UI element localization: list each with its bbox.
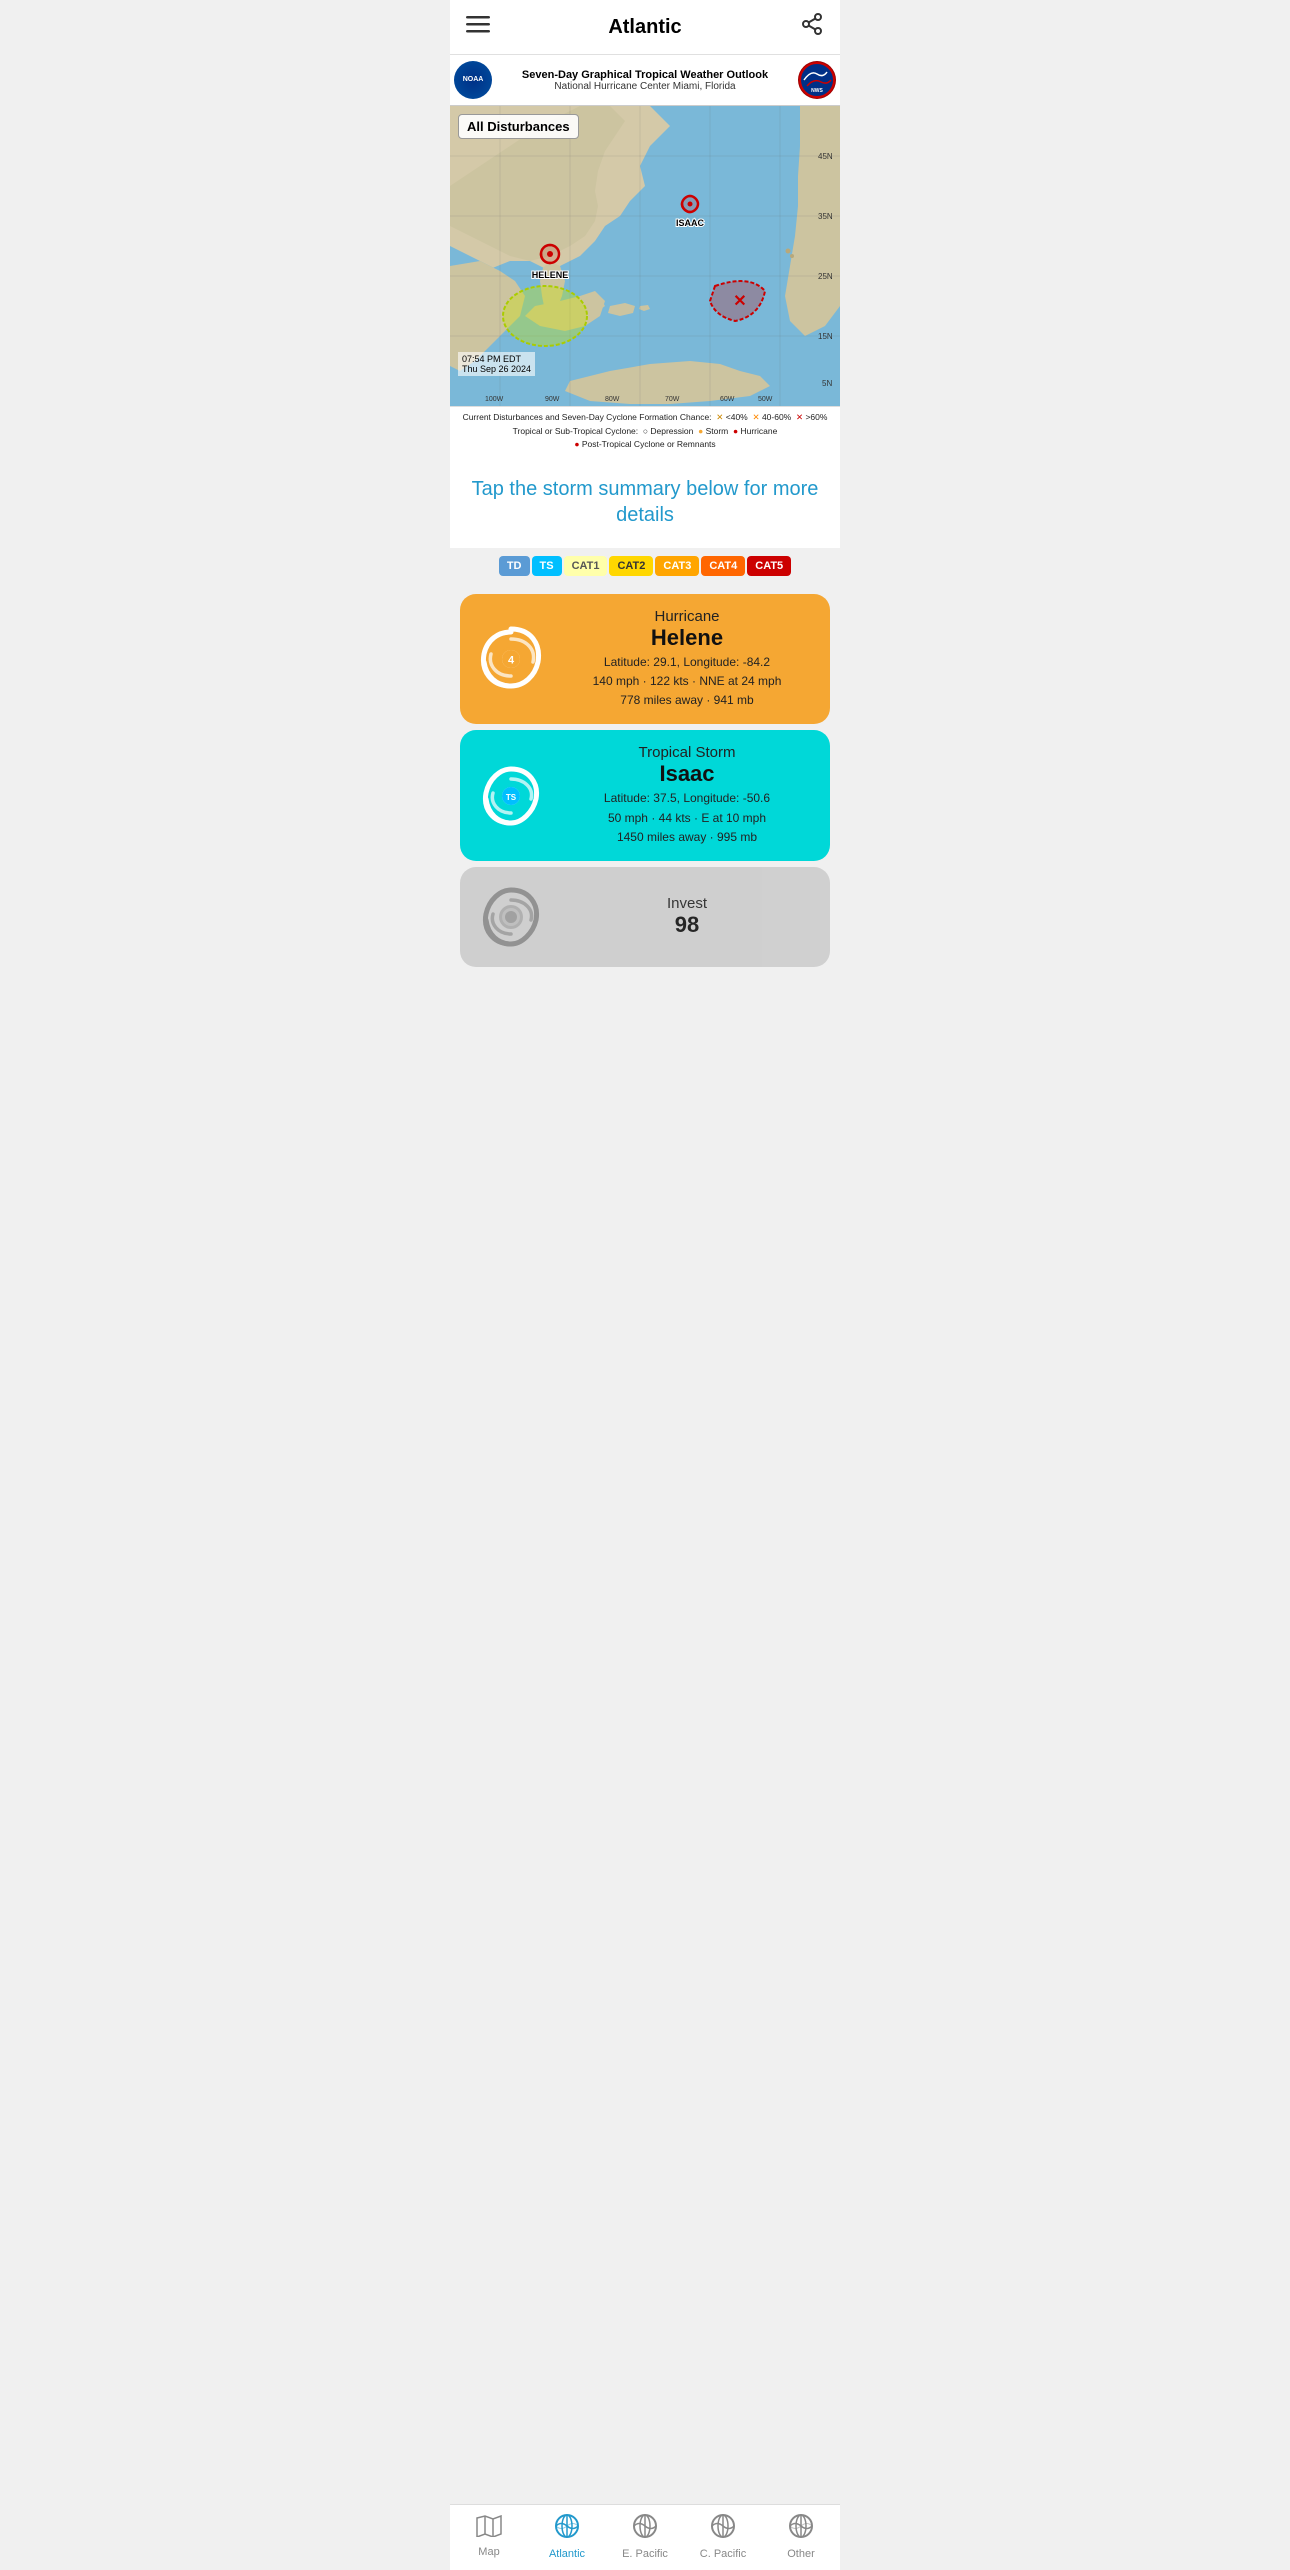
legend-line3: ● Post-Tropical Cyclone or Remnants <box>456 438 834 452</box>
svg-text:✕: ✕ <box>733 293 746 310</box>
cat-ts-pill: TS <box>532 556 562 576</box>
svg-text:25N: 25N <box>818 272 833 281</box>
cat2-pill: CAT2 <box>609 556 653 576</box>
tap-prompt: Tap the storm summary below for more det… <box>450 456 840 548</box>
nav-cpacific-label: C. Pacific <box>700 2548 746 2560</box>
map-legend: Current Disturbances and Seven-Day Cyclo… <box>450 406 840 456</box>
nav-map[interactable]: Map <box>450 2515 528 2558</box>
svg-text:90W: 90W <box>545 396 560 403</box>
nav-atlantic-label: Atlantic <box>549 2548 585 2560</box>
nav-other-label: Other <box>787 2548 815 2560</box>
nav-other[interactable]: Other <box>762 2513 840 2560</box>
svg-text:4: 4 <box>508 655 515 667</box>
noaa-logo: NOAA <box>454 61 492 99</box>
map-timestamp: 07:54 PM EDTThu Sep 26 2024 <box>458 352 535 376</box>
nav-epacific[interactable]: E. Pacific <box>606 2513 684 2560</box>
isaac-info: Tropical Storm Isaac Latitude: 37.5, Lon… <box>560 744 814 847</box>
svg-text:50W: 50W <box>758 396 773 403</box>
nav-atlantic[interactable]: Atlantic <box>528 2513 606 2560</box>
nav-epacific-label: E. Pacific <box>622 2548 668 2560</box>
cat3-pill: CAT3 <box>655 556 699 576</box>
nav-cpacific[interactable]: C. Pacific <box>684 2513 762 2560</box>
svg-text:60W: 60W <box>720 396 735 403</box>
bottom-navigation: Map Atlantic E. Pacific <box>450 2504 840 2570</box>
helene-type: Hurricane <box>560 608 814 625</box>
svg-text:5N: 5N <box>822 379 832 388</box>
isaac-type: Tropical Storm <box>560 744 814 761</box>
nws-logo: NWS <box>798 61 836 99</box>
storm-card-isaac[interactable]: TS Tropical Storm Isaac Latitude: 37.5, … <box>460 730 830 861</box>
svg-text:HELENE: HELENE <box>532 270 569 280</box>
svg-text:NWS: NWS <box>811 88 823 94</box>
other-globe-icon <box>788 2513 814 2545</box>
isaac-details: Latitude: 37.5, Longitude: -50.6 50 mph … <box>560 789 814 847</box>
svg-text:ISAAC: ISAAC <box>676 218 705 228</box>
invest98-info: Invest 98 <box>560 895 814 938</box>
menu-icon[interactable] <box>466 12 490 42</box>
invest98-name: 98 <box>560 912 814 938</box>
svg-text:35N: 35N <box>818 212 833 221</box>
storm-card-helene[interactable]: 4 Hurricane Helene Latitude: 29.1, Longi… <box>460 594 830 725</box>
helene-name: Helene <box>560 625 814 651</box>
map-icon <box>476 2515 502 2543</box>
epacific-globe-icon <box>632 2513 658 2545</box>
app-header: Atlantic <box>450 0 840 55</box>
all-disturbances-badge[interactable]: All Disturbances <box>458 114 579 139</box>
nhc-subtitle: National Hurricane Center Miami, Florida <box>500 81 790 92</box>
svg-text:45N: 45N <box>818 152 833 161</box>
cat4-pill: CAT4 <box>701 556 745 576</box>
nhc-text: Seven-Day Graphical Tropical Weather Out… <box>500 69 790 92</box>
isaac-cyclone-graphic: TS <box>476 761 546 831</box>
svg-text:70W: 70W <box>665 396 680 403</box>
helene-cyclone-graphic: 4 <box>476 624 546 694</box>
storm-card-invest98[interactable]: Invest 98 <box>460 867 830 967</box>
svg-text:TS: TS <box>506 793 517 802</box>
helene-details: Latitude: 29.1, Longitude: -84.2 140 mph… <box>560 653 814 711</box>
share-icon[interactable] <box>800 12 824 42</box>
nav-map-label: Map <box>478 2546 499 2558</box>
cat-td-pill: TD <box>499 556 530 576</box>
svg-text:15N: 15N <box>818 332 833 341</box>
weather-map[interactable]: 45N 35N 25N 15N 5N 100W 90W 80W 70W 60W … <box>450 106 840 406</box>
nhc-title: Seven-Day Graphical Tropical Weather Out… <box>500 69 790 81</box>
invest98-type: Invest <box>560 895 814 912</box>
atlantic-globe-icon <box>554 2513 580 2545</box>
page-title: Atlantic <box>608 16 681 39</box>
helene-info: Hurricane Helene Latitude: 29.1, Longitu… <box>560 608 814 711</box>
isaac-name: Isaac <box>560 761 814 787</box>
svg-text:80W: 80W <box>605 396 620 403</box>
legend-line2: Tropical or Sub-Tropical Cyclone: ○ Depr… <box>456 425 834 439</box>
category-bar: TD TS CAT1 CAT2 CAT3 CAT4 CAT5 <box>450 548 840 588</box>
cat1-pill: CAT1 <box>564 556 608 576</box>
svg-text:100W: 100W <box>485 396 504 403</box>
cpacific-globe-icon <box>710 2513 736 2545</box>
nhc-banner: NOAA Seven-Day Graphical Tropical Weathe… <box>450 55 840 106</box>
cat5-pill: CAT5 <box>747 556 791 576</box>
legend-line1: Current Disturbances and Seven-Day Cyclo… <box>456 411 834 425</box>
invest98-cyclone-graphic <box>476 882 546 952</box>
